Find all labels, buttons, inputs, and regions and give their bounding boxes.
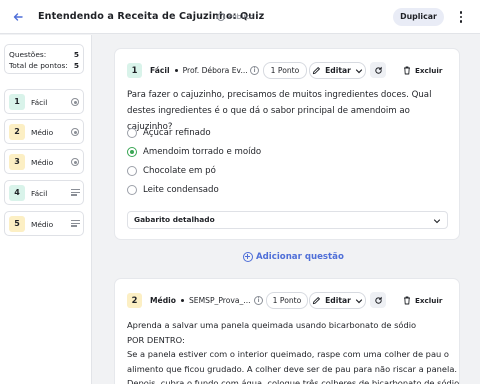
difficulty-label: Fácil [31,98,48,107]
stat-total-points: Total de pontos: 5 [9,61,79,70]
answer-option[interactable]: Chocolate em pó [127,166,216,176]
question-number-badge: 5 [9,216,25,232]
edit-button[interactable]: Editar [309,62,366,79]
question-meta: Fácil Prof. Débora Ev... [150,66,248,75]
difficulty-label: Fácil [31,189,48,198]
question-text: Aprenda a salvar uma panela queimada usa… [127,318,460,384]
question-meta: Médio SEMSP_Prova_... [150,296,251,305]
globe-icon [217,12,225,21]
delete-button[interactable]: Excluir [403,66,442,75]
question-text-line: Depois, cubra o fundo com água, coloque … [127,378,460,384]
question-text-line: POR DENTRO: [127,334,185,345]
refresh-icon [374,296,382,304]
refresh-icon [374,66,382,74]
open-text-icon [71,220,80,228]
edit-label: Editar [325,66,351,75]
difficulty-label: Médio [31,220,54,229]
sidebar-question-item[interactable]: 2 Médio [4,119,84,144]
info-icon[interactable]: i [250,66,259,75]
sidebar-question-item[interactable]: 4 Fácil [4,180,84,205]
stat-questions: Questões: 5 [9,50,79,59]
regenerate-button[interactable] [370,292,386,308]
question-text-line: alimento que ficou grudado. A colher dev… [127,363,458,374]
question-card: 2 Médio SEMSP_Prova_... i 1 Ponto Editar… [114,278,460,384]
multiple-choice-icon [71,98,79,106]
question-card: 1 Fácil Prof. Débora Ev... i 1 Ponto Edi… [114,48,460,240]
radio-button[interactable] [127,166,137,176]
question-text-line: Aprenda a salvar uma panela queimada usa… [127,320,417,330]
question-text-line: Se a panela estiver com o interior queim… [127,349,450,359]
radio-button[interactable] [127,185,137,195]
author-name: SEMSP_Prova_... [188,296,251,305]
separator-dot [174,69,178,72]
question-number-badge: 2 [9,124,25,140]
duplicate-button[interactable]: Duplicar [393,8,444,26]
visibility-indicator: Público [217,12,254,21]
answer-key-dropdown[interactable]: Gabarito detalhado [127,211,448,229]
add-question-label: Adicionar questão [256,252,344,262]
visibility-label: Público [228,12,254,21]
trash-icon [404,296,410,305]
pencil-icon [313,67,321,75]
separator-dot [180,299,184,302]
question-sidebar: Questões: 5 Total de pontos: 5 1 Fácil 2… [0,35,92,384]
multiple-choice-icon [71,128,79,136]
question-number-badge: 1 [9,94,25,110]
pencil-icon [313,297,321,305]
difficulty-label: Médio [31,128,54,137]
difficulty-label: Médio [150,296,176,305]
question-number-badge: 3 [9,154,25,170]
difficulty-label: Médio [31,158,54,167]
question-number-badge: 1 [127,63,142,78]
info-icon[interactable]: i [254,296,263,305]
option-label: Açúcar refinado [143,128,211,138]
question-number-badge: 2 [127,293,142,308]
radio-button[interactable] [127,128,137,138]
plus-circle-icon [243,252,253,262]
sidebar-question-item[interactable]: 5 Médio [4,211,84,236]
edit-label: Editar [325,296,351,305]
option-label: Leite condensado [143,185,219,195]
chevron-down-icon [355,68,362,73]
trash-icon [404,66,410,75]
option-label: Chocolate em pó [143,166,216,176]
points-pill[interactable]: 1 Ponto [266,292,308,309]
points-pill[interactable]: 1 Ponto [263,62,307,79]
question-number-badge: 4 [9,185,25,201]
difficulty-label: Fácil [150,66,170,75]
quiz-stats: Questões: 5 Total de pontos: 5 [4,44,84,74]
multiple-choice-icon [71,158,79,166]
author-name: Prof. Débora Ev... [182,66,248,75]
more-options-icon[interactable] [456,8,466,26]
delete-button[interactable]: Excluir [403,296,442,305]
answer-option[interactable]: Amendoim torrado e moído [127,147,261,157]
open-text-icon [71,189,80,197]
regenerate-button[interactable] [370,62,386,78]
sidebar-question-item[interactable]: 1 Fácil [4,89,84,114]
back-arrow-icon[interactable] [11,10,25,24]
option-label: Amendoim torrado e moído [143,147,262,157]
answer-option[interactable]: Leite condensado [127,185,219,195]
chevron-down-icon [433,219,441,224]
answer-option[interactable]: Açúcar refinado [127,128,211,138]
chevron-down-icon [355,298,362,303]
radio-button[interactable] [127,147,137,157]
sidebar-question-item[interactable]: 3 Médio [4,149,84,174]
add-question-button[interactable]: Adicionar questão [243,252,344,262]
edit-button[interactable]: Editar [309,292,366,309]
top-bar: Entendendo a Receita de Cajuzinho: Quiz … [0,0,480,34]
answer-key-label: Gabarito detalhado [134,215,215,224]
